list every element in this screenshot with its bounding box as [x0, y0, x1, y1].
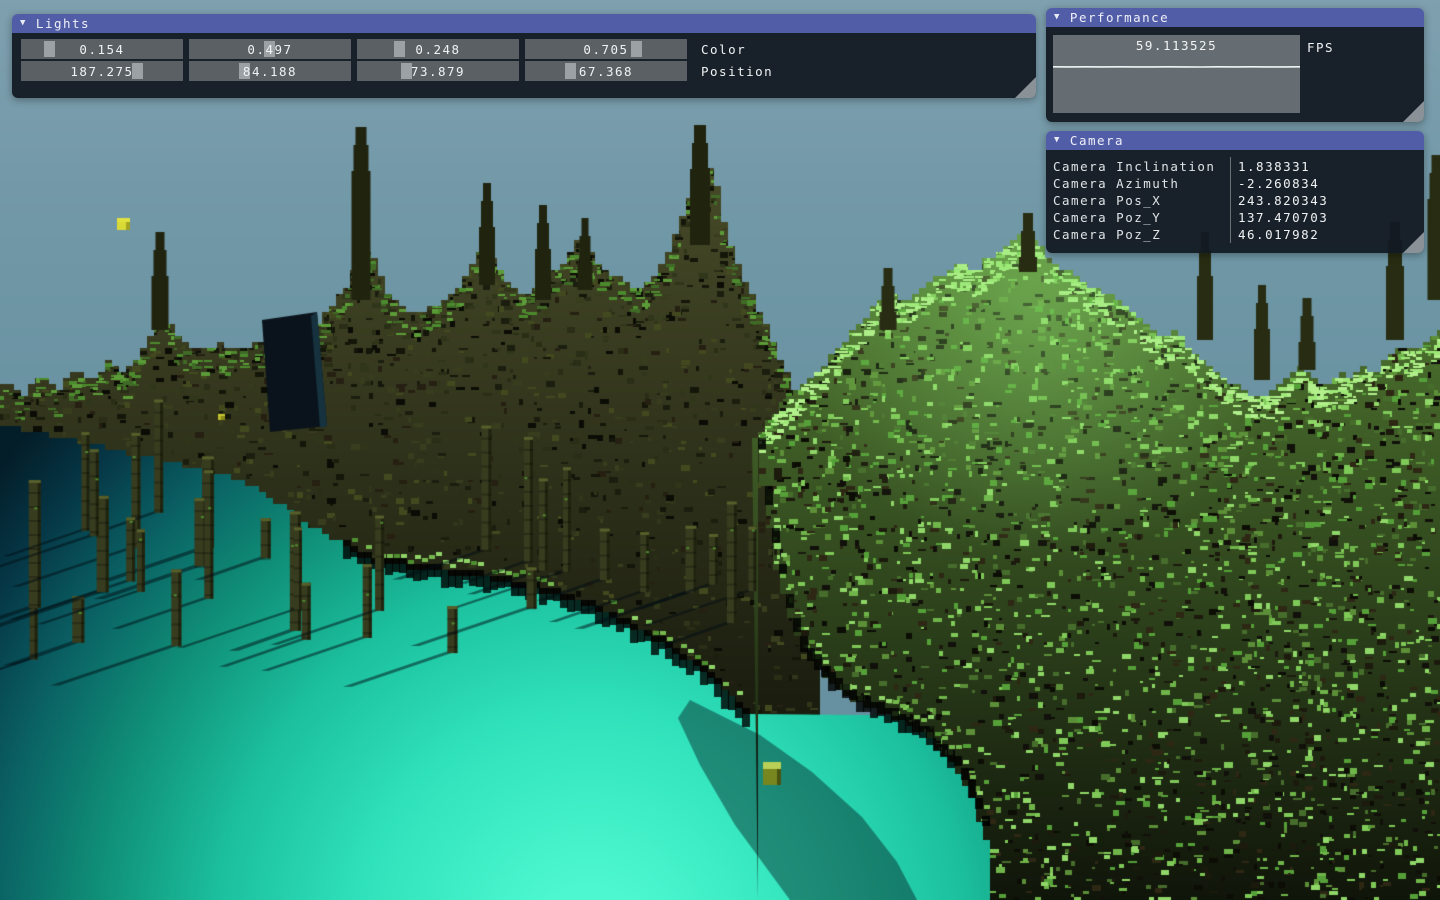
camera-row-azimuth: Camera Azimuth -2.260834 [1046, 175, 1424, 192]
camera-row-inclination: Camera Inclination 1.838331 [1046, 158, 1424, 175]
panel-camera-body: Camera Inclination 1.838331 Camera Azimu… [1046, 150, 1424, 253]
panel-lights-body: 0.154 0.497 0.248 0.705 Color 187.275 [12, 33, 1036, 98]
light-color-slider-2[interactable]: 0.248 [357, 39, 519, 59]
lights-position-row: 187.275 84.188 73.879 67.368 Position [21, 61, 1036, 81]
slider-value: 0.248 [357, 39, 519, 59]
light-position-slider-3[interactable]: 67.368 [525, 61, 687, 81]
light-color-slider-0[interactable]: 0.154 [21, 39, 183, 59]
lights-color-row: 0.154 0.497 0.248 0.705 Color [21, 39, 1036, 59]
collapse-triangle-icon[interactable]: ▼ [1054, 136, 1061, 145]
collapse-triangle-icon[interactable]: ▼ [20, 19, 27, 28]
camera-row-label: Camera Pos_X [1053, 193, 1230, 208]
camera-row-value: 243.820343 [1230, 193, 1328, 208]
panel-lights-title: Lights [36, 16, 90, 31]
panel-camera: ▼ Camera Camera Inclination 1.838331 Cam… [1046, 131, 1424, 253]
camera-row-label: Camera Azimuth [1053, 176, 1230, 191]
camera-row-value: 137.470703 [1230, 210, 1328, 225]
camera-row-value: 46.017982 [1230, 227, 1319, 242]
slider-value: 84.188 [189, 61, 351, 81]
slider-value: 0.705 [525, 39, 687, 59]
fps-label: FPS [1307, 40, 1334, 55]
light-position-slider-0[interactable]: 187.275 [21, 61, 183, 81]
camera-row-label: Camera Poz_Z [1053, 227, 1230, 242]
panel-performance: ▼ Performance 59.113525 FPS [1046, 8, 1424, 122]
panel-lights-titlebar[interactable]: ▼ Lights [12, 14, 1036, 33]
camera-row-pos-y: Camera Poz_Y 137.470703 [1046, 209, 1424, 226]
collapse-triangle-icon[interactable]: ▼ [1054, 13, 1061, 22]
camera-row-value: 1.838331 [1230, 159, 1310, 174]
panel-performance-titlebar[interactable]: ▼ Performance [1046, 8, 1424, 27]
panel-camera-title: Camera [1070, 133, 1124, 148]
slider-value: 187.275 [21, 61, 183, 81]
light-position-slider-1[interactable]: 84.188 [189, 61, 351, 81]
slider-value: 73.879 [357, 61, 519, 81]
panel-performance-body: 59.113525 FPS [1046, 27, 1424, 122]
resize-grip[interactable] [1403, 101, 1424, 122]
slider-value: 67.368 [525, 61, 687, 81]
slider-value: 0.154 [21, 39, 183, 59]
light-color-slider-3[interactable]: 0.705 [525, 39, 687, 59]
panel-performance-title: Performance [1070, 10, 1169, 25]
camera-row-pos-x: Camera Pos_X 243.820343 [1046, 192, 1424, 209]
fps-value: 59.113525 [1053, 38, 1300, 53]
fps-graph: 59.113525 [1053, 35, 1300, 113]
camera-row-label: Camera Poz_Y [1053, 210, 1230, 225]
panel-camera-titlebar[interactable]: ▼ Camera [1046, 131, 1424, 150]
panel-lights: ▼ Lights 0.154 0.497 0.248 0.705 Color [12, 14, 1036, 98]
camera-row-value: -2.260834 [1230, 176, 1319, 191]
camera-row-label: Camera Inclination [1053, 159, 1230, 174]
light-position-slider-2[interactable]: 73.879 [357, 61, 519, 81]
camera-table-divider [1230, 157, 1231, 243]
color-row-label: Color [701, 42, 746, 57]
camera-row-pos-z: Camera Poz_Z 46.017982 [1046, 226, 1424, 243]
light-color-slider-1[interactable]: 0.497 [189, 39, 351, 59]
slider-value: 0.497 [189, 39, 351, 59]
position-row-label: Position [701, 64, 773, 79]
